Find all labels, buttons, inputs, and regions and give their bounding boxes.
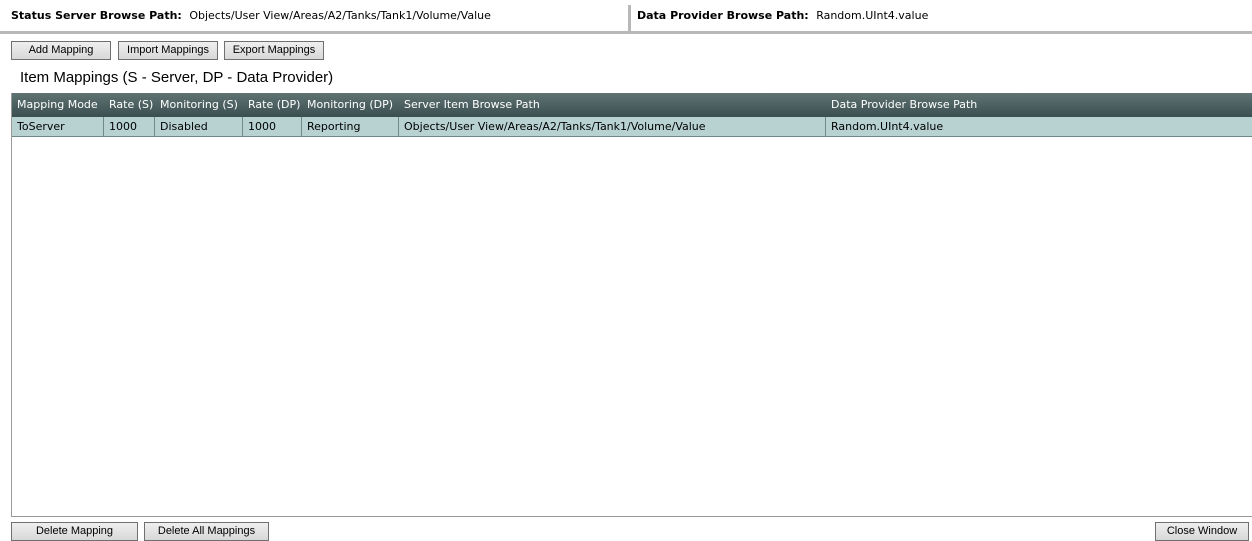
status-server-browse-path: Status Server Browse Path: Objects/User … — [11, 0, 628, 31]
data-provider-browse-path: Data Provider Browse Path: Random.UInt4.… — [637, 0, 1247, 31]
column-header-mapping-mode[interactable]: Mapping Mode — [12, 93, 104, 117]
cell-data-provider-path[interactable]: Random.UInt4.value — [826, 117, 1252, 136]
import-mappings-button[interactable]: Import Mappings — [118, 41, 218, 60]
column-header-monitoring-s[interactable]: Monitoring (S) — [155, 93, 243, 117]
delete-all-mappings-button[interactable]: Delete All Mappings — [144, 522, 269, 541]
column-header-server-item-path[interactable]: Server Item Browse Path — [399, 93, 826, 117]
cell-monitoring-s[interactable]: Disabled — [155, 117, 243, 136]
status-server-path-label: Status Server Browse Path: — [11, 9, 182, 22]
column-header-rate-dp[interactable]: Rate (DP) — [243, 93, 302, 117]
column-header-monitoring-dp[interactable]: Monitoring (DP) — [302, 93, 399, 117]
column-header-data-provider-path[interactable]: Data Provider Browse Path — [826, 93, 1252, 117]
add-mapping-button[interactable]: Add Mapping — [11, 41, 111, 60]
cell-rate-dp[interactable]: 1000 — [243, 117, 302, 136]
cell-monitoring-dp[interactable]: Reporting — [302, 117, 399, 136]
export-mappings-button[interactable]: Export Mappings — [224, 41, 324, 60]
path-divider — [628, 5, 631, 31]
delete-mapping-button[interactable]: Delete Mapping — [11, 522, 138, 541]
cell-server-item-path[interactable]: Objects/User View/Areas/A2/Tanks/Tank1/V… — [399, 117, 826, 136]
cell-mapping-mode[interactable]: ToServer — [12, 117, 104, 136]
close-window-button[interactable]: Close Window — [1155, 522, 1249, 541]
cell-rate-s[interactable]: 1000 — [104, 117, 155, 136]
column-header-rate-s[interactable]: Rate (S) — [104, 93, 155, 117]
data-provider-path-label: Data Provider Browse Path: — [637, 9, 809, 22]
item-mappings-title: Item Mappings (S - Server, DP - Data Pro… — [20, 69, 334, 86]
status-server-path-value[interactable]: Objects/User View/Areas/A2/Tanks/Tank1/V… — [189, 9, 491, 22]
data-provider-path-value[interactable]: Random.UInt4.value — [816, 9, 928, 22]
table-row[interactable]: ToServer 1000 Disabled 1000 Reporting Ob… — [12, 117, 1252, 137]
browse-path-bar: Status Server Browse Path: Objects/User … — [0, 0, 1252, 34]
item-mappings-grid[interactable]: Mapping Mode Rate (S) Monitoring (S) Rat… — [11, 93, 1252, 517]
grid-header: Mapping Mode Rate (S) Monitoring (S) Rat… — [12, 93, 1252, 117]
